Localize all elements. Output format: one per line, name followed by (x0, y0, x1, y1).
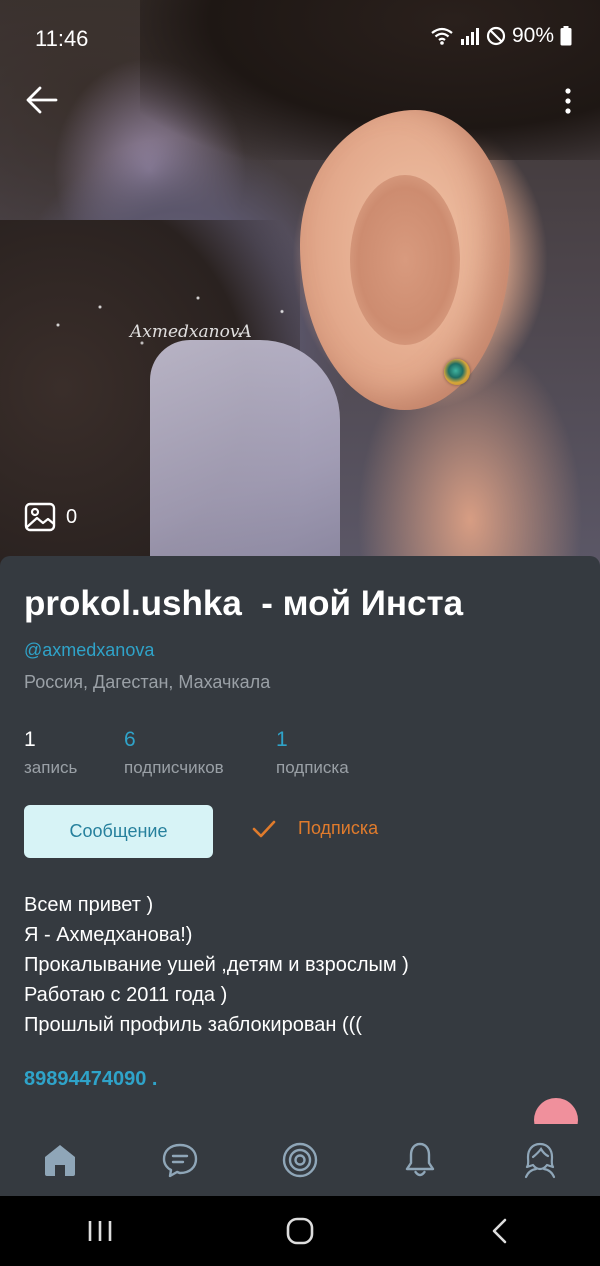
nav-home[interactable] (30, 1130, 90, 1190)
profile-icon (524, 1142, 556, 1179)
bio-line: Прокалывание ушей ,детям и взрослым ) (24, 954, 409, 976)
profile-phone[interactable]: 89894474090 . (24, 1068, 157, 1091)
bottom-navigation (0, 1124, 600, 1196)
photo-count[interactable]: 0 (24, 502, 77, 532)
bell-icon (405, 1142, 435, 1177)
stat-followers-value: 6 (124, 728, 136, 751)
nav-discover[interactable] (270, 1130, 330, 1190)
cover-photo-ear-inner (350, 175, 460, 345)
profile-location: Россия, Дагестан, Махачкала (24, 672, 271, 692)
follow-button[interactable]: Подписка (252, 818, 378, 839)
follow-button-label: Подписка (298, 818, 379, 838)
home-icon (45, 1145, 75, 1176)
arrow-left-icon (26, 86, 58, 114)
target-icon (282, 1142, 318, 1178)
photo-count-value: 0 (66, 505, 78, 528)
stat-followers[interactable]: 6 подписчиков (124, 728, 224, 778)
stat-following-value: 1 (276, 728, 288, 751)
battery-percent: 90% (511, 24, 554, 47)
stat-following[interactable]: 1 подписка (276, 728, 349, 778)
cover-photo-earring (444, 359, 470, 385)
nav-profile[interactable] (510, 1130, 570, 1190)
recent-apps-button[interactable] (70, 1201, 130, 1261)
chevron-left-icon (492, 1218, 507, 1244)
wifi-icon (431, 27, 453, 45)
cover-photo-collar (150, 340, 340, 580)
profile-panel: prokol.ushka - мой Инста @axmedxanova Ро… (0, 556, 600, 1196)
do-not-disturb-icon (486, 26, 506, 46)
bio-line: Всем привет ) (24, 894, 154, 916)
stat-following-label: подписка (276, 758, 349, 777)
more-options-button[interactable] (560, 86, 576, 116)
battery-icon (560, 26, 572, 46)
nav-notifications[interactable] (390, 1130, 450, 1190)
profile-bio: Всем привет ) Я - Ахмедханова!) Прокалыв… (24, 890, 409, 1040)
back-button[interactable] (24, 82, 60, 118)
profile-handle[interactable]: @axmedxanova (24, 640, 154, 661)
check-icon (252, 820, 276, 837)
stat-followers-label: подписчиков (124, 758, 224, 777)
home-system-button[interactable] (270, 1201, 330, 1261)
bio-line: Я - Ахмедханова!) (24, 924, 193, 946)
profile-cover-photo[interactable]: AxmedxanovA (0, 0, 600, 580)
bio-line: Прошлый профиль заблокирован ((( (24, 1014, 362, 1036)
signal-icon (460, 28, 479, 45)
status-bar: 11:46 90% (0, 0, 600, 70)
bio-line: Работаю с 2011 года ) (24, 984, 228, 1006)
image-icon (24, 502, 56, 532)
home-circle-icon (286, 1217, 314, 1245)
message-button[interactable]: Сообщение (24, 805, 213, 858)
stat-posts-value: 1 (24, 728, 36, 751)
photo-watermark: AxmedxanovA (130, 322, 252, 342)
recent-apps-icon (88, 1221, 112, 1241)
stat-posts-label: запись (24, 758, 78, 777)
stat-posts[interactable]: 1 запись (24, 728, 77, 778)
more-vertical-icon (565, 88, 571, 114)
profile-title: prokol.ushka - мой Инста (24, 584, 464, 623)
chat-icon (162, 1143, 198, 1178)
back-system-button[interactable] (470, 1201, 530, 1261)
status-time: 11:46 (35, 26, 89, 51)
nav-messages[interactable] (150, 1130, 210, 1190)
system-navigation-bar (0, 1196, 600, 1266)
status-icons: 90% (430, 24, 572, 48)
